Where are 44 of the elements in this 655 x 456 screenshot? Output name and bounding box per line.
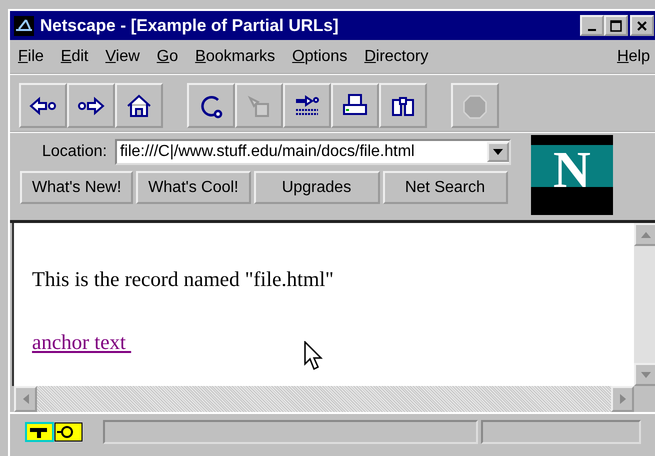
mouse-pointer-icon <box>304 341 326 371</box>
minimize-button[interactable] <box>580 15 604 36</box>
home-button[interactable] <box>115 83 163 128</box>
scroll-right-button[interactable] <box>611 386 634 412</box>
menu-item[interactable]: Bookmarks <box>195 48 276 66</box>
directory-button[interactable]: What's Cool! <box>136 171 250 204</box>
close-icon <box>636 20 648 32</box>
up-arrow-icon <box>640 232 650 238</box>
menu-item[interactable]: Options <box>292 48 348 66</box>
menu-item[interactable]: File <box>18 48 44 66</box>
menu-item[interactable]: Help <box>617 48 650 66</box>
menu-item[interactable]: Directory <box>364 48 428 66</box>
down-arrow-icon <box>640 372 650 378</box>
directory-button[interactable]: What's New! <box>20 171 134 204</box>
menu-item[interactable]: View <box>105 48 140 66</box>
left-arrow-icon <box>22 394 28 404</box>
close-button[interactable] <box>630 15 654 36</box>
back-button[interactable] <box>19 83 67 128</box>
location-field[interactable]: file:///C|/www.stuff.edu/main/docs/file.html <box>114 139 511 165</box>
print-button[interactable] <box>331 83 379 128</box>
vertical-scrollbar[interactable] <box>634 223 655 386</box>
location-label: Location: <box>42 143 107 161</box>
app-icon <box>14 16 34 36</box>
menu-item[interactable]: Go <box>156 48 178 66</box>
right-arrow-icon <box>620 394 626 404</box>
paragraph: This is the record named "file.html" <box>32 267 335 292</box>
find-button[interactable] <box>379 83 427 128</box>
forward-button[interactable] <box>67 83 115 128</box>
minimize-icon <box>588 29 596 31</box>
scroll-up-button[interactable] <box>634 223 655 246</box>
directory-button[interactable]: Upgrades <box>254 171 380 204</box>
menu-item[interactable]: Edit <box>60 48 88 66</box>
open-button[interactable] <box>283 83 331 128</box>
maximize-icon <box>610 20 622 32</box>
anchor-link[interactable]: anchor text <box>32 330 132 354</box>
reload-button[interactable] <box>187 83 235 128</box>
directory-button[interactable]: Net Search <box>382 171 508 204</box>
dropdown-button[interactable] <box>486 142 509 162</box>
window-title: Netscape - [Example of Partial URLs] <box>40 16 340 36</box>
caret-icon <box>492 149 503 155</box>
scroll-left-button[interactable] <box>14 386 37 412</box>
horizontal-scrollbar[interactable] <box>14 386 634 412</box>
maximize-button[interactable] <box>604 15 628 36</box>
scroll-down-button[interactable] <box>634 363 655 386</box>
